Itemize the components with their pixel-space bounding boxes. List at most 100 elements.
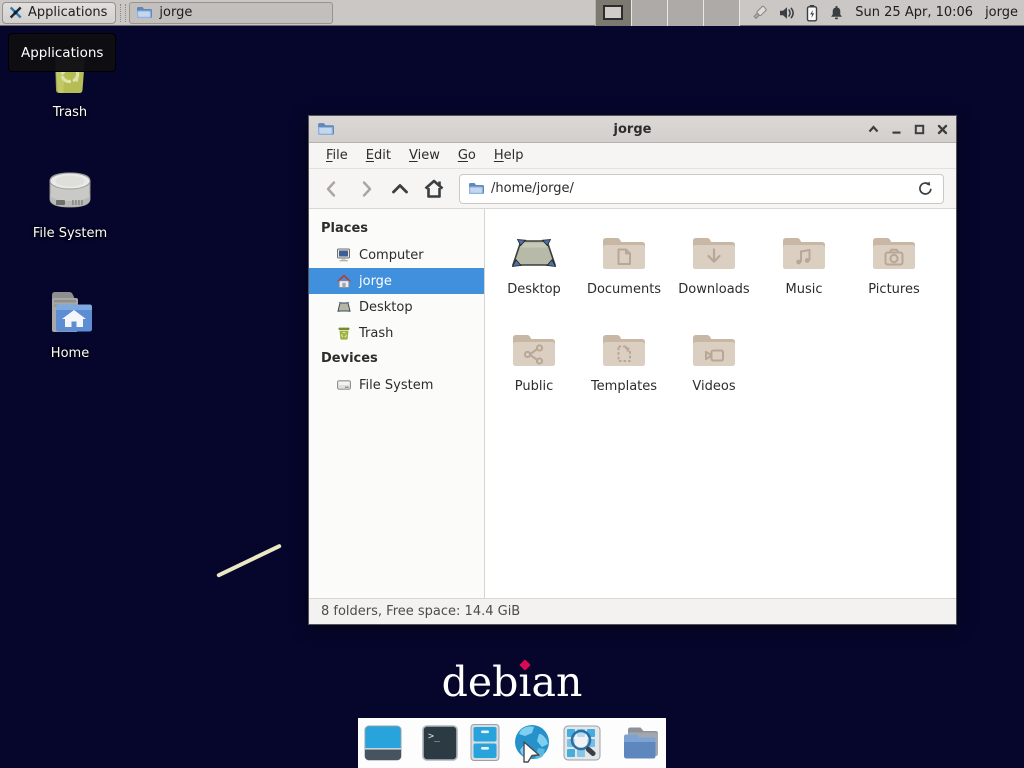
sidebar-item-desktop[interactable]: Desktop [309, 294, 484, 320]
debian-logo: debıan [0, 658, 1024, 706]
path-input[interactable]: /home/jorge/ [491, 181, 904, 196]
panel-handle[interactable] [120, 4, 126, 22]
templates-folder-icon [600, 330, 648, 370]
drive-mini-icon [336, 377, 352, 393]
sidebar-item-label: Computer [359, 248, 424, 263]
sidebar-header-devices: Devices [309, 346, 484, 372]
bottom-dock: >_ [358, 718, 666, 768]
file-manager-icon[interactable] [620, 724, 662, 762]
window-titlebar[interactable]: jorge [309, 116, 956, 143]
svg-text:>_: >_ [428, 731, 441, 742]
menu-file[interactable]: File [317, 144, 357, 167]
panel-clock[interactable]: Sun 25 Apr, 10:06 [855, 5, 973, 20]
desktop-icon-label: File System [33, 226, 107, 241]
desktop-icon-home[interactable]: Home [20, 287, 120, 361]
workspace-3[interactable] [668, 0, 704, 26]
file-item-documents[interactable]: Documents [579, 225, 669, 322]
file-manager-window: jorge File Edit View Go Help [308, 115, 957, 625]
back-button[interactable] [317, 175, 347, 203]
window-controls [868, 124, 948, 135]
show-desktop-icon[interactable] [363, 724, 403, 762]
sidebar-item-label: File System [359, 378, 433, 393]
statusbar-text: 8 folders, Free space: 14.4 GiB [321, 604, 520, 619]
applications-menu-icon [7, 4, 24, 21]
pictures-folder-icon [870, 233, 918, 273]
file-item-videos[interactable]: Videos [669, 322, 759, 419]
sidebar-item-computer[interactable]: Computer [309, 242, 484, 268]
folder-icon [136, 6, 152, 19]
close-button[interactable] [937, 124, 948, 135]
file-label: Desktop [507, 282, 561, 297]
downloads-folder-icon [690, 233, 738, 273]
shade-button[interactable] [868, 124, 879, 135]
public-folder-icon [510, 330, 558, 370]
file-item-pictures[interactable]: Pictures [849, 225, 939, 322]
file-label: Videos [692, 379, 735, 394]
home-button[interactable] [419, 175, 449, 203]
applications-tooltip: Applications [8, 33, 116, 72]
statusbar: 8 folders, Free space: 14.4 GiB [309, 598, 956, 624]
file-label: Downloads [678, 282, 749, 297]
file-item-public[interactable]: Public [489, 322, 579, 419]
trash-mini-icon [336, 325, 352, 341]
workspace-1[interactable] [596, 0, 632, 26]
forward-button[interactable] [351, 175, 381, 203]
documents-folder-icon [600, 233, 648, 273]
desktop-icon-label: Trash [53, 105, 87, 120]
applications-menu-label: Applications [28, 5, 107, 20]
reload-button[interactable] [911, 176, 939, 202]
desktop-icon-filesystem[interactable]: File System [20, 163, 120, 241]
volume-icon[interactable] [778, 4, 796, 22]
sidebar-item-label: Trash [359, 326, 393, 341]
sidebar-item-jorge[interactable]: jorge [309, 268, 484, 294]
minimize-button[interactable] [891, 124, 902, 135]
terminal-icon[interactable]: >_ [421, 724, 459, 762]
toolbar: /home/jorge/ [309, 169, 956, 209]
desktop-pad-icon [508, 233, 560, 273]
file-item-downloads[interactable]: Downloads [669, 225, 759, 322]
file-cabinet-icon[interactable] [468, 723, 502, 763]
sidebar-item-label: jorge [359, 274, 392, 289]
file-pane: Desktop Documents [485, 209, 956, 598]
menu-go[interactable]: Go [449, 144, 485, 167]
menu-help[interactable]: Help [485, 144, 533, 167]
path-folder-icon [468, 182, 484, 195]
taskbar-window-label: jorge [159, 5, 192, 20]
computer-icon [336, 247, 352, 263]
pathbar[interactable]: /home/jorge/ [459, 174, 944, 204]
desktop-icon-label: Home [51, 346, 89, 361]
taskbar-window-button[interactable]: jorge [129, 2, 333, 24]
file-item-templates[interactable]: Templates [579, 322, 669, 419]
file-label: Public [515, 379, 553, 394]
stylus-tool-icon[interactable] [750, 4, 769, 22]
sidebar-item-trash[interactable]: Trash [309, 320, 484, 346]
battery-charging-icon[interactable] [805, 4, 819, 22]
notifications-bell-icon[interactable] [828, 4, 845, 22]
menu-view[interactable]: View [400, 144, 449, 167]
sidebar-item-filesystem[interactable]: File System [309, 372, 484, 398]
file-label: Music [786, 282, 823, 297]
workspace-switcher [595, 0, 740, 26]
workspace-2[interactable] [632, 0, 668, 26]
web-browser-icon[interactable] [511, 722, 553, 764]
file-label: Documents [587, 282, 661, 297]
workspace-4[interactable] [704, 0, 740, 26]
home-folder-icon [42, 287, 98, 339]
panel-username[interactable]: jorge [985, 5, 1018, 20]
application-finder-icon[interactable] [562, 724, 602, 762]
applications-menu-button[interactable]: Applications [2, 2, 116, 24]
sidebar-item-label: Desktop [359, 300, 413, 315]
window-title: jorge [309, 122, 956, 137]
stray-cursor-line [216, 544, 282, 578]
hard-drive-icon [42, 163, 98, 219]
up-button[interactable] [385, 175, 415, 203]
file-item-music[interactable]: Music [759, 225, 849, 322]
desktop-mini-icon [336, 299, 352, 315]
top-panel: Applications jorge [0, 0, 1024, 26]
music-folder-icon [780, 233, 828, 273]
maximize-button[interactable] [914, 124, 925, 135]
file-label: Templates [591, 379, 657, 394]
desktop-root: Applications jorge [0, 0, 1024, 768]
menu-edit[interactable]: Edit [357, 144, 400, 167]
file-item-desktop[interactable]: Desktop [489, 225, 579, 322]
